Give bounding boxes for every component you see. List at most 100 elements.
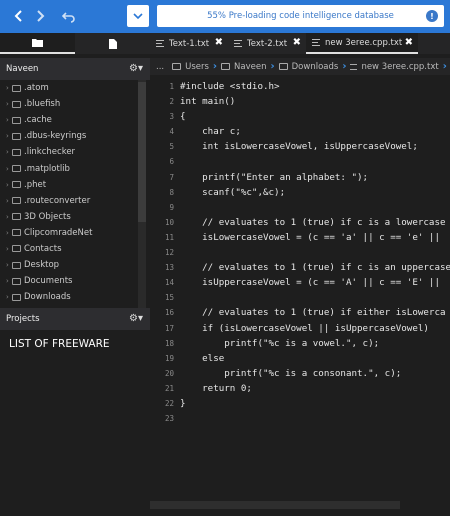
line-number: 21 (164, 383, 174, 393)
code-line[interactable]: int isLowercaseVowel, isUppercaseVowel; (180, 139, 450, 154)
gear-icon[interactable]: ⚙▾ (129, 63, 143, 74)
code-line[interactable]: printf("%c is a consonant.", c); (180, 366, 450, 381)
project-item[interactable]: LIST OF FREEWARE (9, 338, 110, 350)
tab-label: Text-1.txt (169, 38, 210, 49)
code-line[interactable]: char c; (180, 124, 450, 139)
forward-icon[interactable] (30, 6, 50, 26)
folder-icon (12, 245, 21, 253)
document-panel-toggle[interactable] (75, 33, 150, 54)
sidebar-scrollbar-thumb[interactable] (138, 82, 146, 222)
breadcrumb-ellipsis[interactable]: ... (150, 62, 168, 72)
places-header[interactable]: Naveen ⚙▾ (0, 58, 150, 80)
tab-text-2[interactable]: Text-2.txt ✖ (228, 33, 306, 54)
list-item[interactable]: › .bluefish (0, 96, 150, 112)
warning-icon[interactable]: ! (426, 10, 438, 22)
code-line[interactable]: printf("%c is a vowel.", c); (180, 336, 450, 351)
code-line[interactable]: { (180, 109, 450, 124)
file-name: .phet (24, 179, 47, 190)
document-icon (108, 38, 117, 49)
close-icon[interactable]: ✖ (405, 37, 413, 48)
line-number: 1 (169, 82, 174, 91)
folder-panel-toggle[interactable] (0, 33, 75, 54)
file-name: .routeconverter (24, 195, 91, 206)
line-number: 6 (169, 157, 174, 167)
code-editor[interactable]: 1 2 3 4 5 6 7 8 9 10 11 12 13 14 15 16 17 18 19 20 21 22 23 #i… (150, 75, 450, 516)
file-tree: › .atom › .bluefish › .cache › .dbus-keyring… (0, 80, 150, 312)
code-line[interactable] (180, 290, 450, 305)
horizontal-scrollbar[interactable] (150, 501, 400, 509)
status-notification[interactable]: 55% Pre-loading code intelligence databa… (157, 5, 444, 27)
close-icon[interactable]: ✖ (215, 37, 223, 48)
list-item[interactable]: › .dbus-keyrings (0, 128, 150, 144)
file-name: .linkchecker (24, 147, 76, 158)
folder-icon (12, 165, 21, 173)
folder-icon (12, 148, 21, 156)
code-line[interactable] (180, 200, 450, 215)
list-item[interactable]: › Downloads (0, 289, 150, 305)
code-line[interactable] (180, 245, 450, 260)
list-item[interactable]: › Contacts (0, 241, 150, 257)
file-name: .cache (24, 115, 52, 126)
list-item[interactable]: › .routeconverter (0, 193, 150, 209)
folder-icon (12, 277, 21, 285)
line-number: 17 (164, 323, 174, 333)
list-item[interactable]: › .linkchecker (0, 144, 150, 160)
breadcrumb-item-file[interactable]: new 3eree.cpp.txt (346, 62, 442, 72)
document-lines-icon (156, 40, 164, 47)
list-item[interactable]: › Desktop (0, 257, 150, 273)
list-item[interactable]: › .atom (0, 80, 150, 96)
list-item[interactable]: › Documents (0, 273, 150, 289)
folder-icon (12, 229, 21, 237)
back-icon[interactable] (9, 6, 29, 26)
gear-icon[interactable]: ⚙▾ (129, 313, 143, 324)
menu-dropdown-button[interactable] (127, 5, 149, 27)
list-item[interactable]: › .phet (0, 177, 150, 193)
code-line[interactable]: isLowercaseVowel = (c == 'a' || c == 'e'… (180, 230, 450, 245)
file-name: 3D Objects (24, 211, 71, 222)
breadcrumb-label: Naveen (234, 61, 267, 72)
folder-icon (12, 84, 21, 92)
code-line[interactable] (180, 411, 450, 426)
breadcrumb-label: Users (185, 61, 209, 72)
document-lines-icon (234, 40, 242, 47)
folder-icon (12, 116, 21, 124)
list-item[interactable]: › ClipcomradeNet (0, 225, 150, 241)
code-line[interactable]: isUppercaseVowel = (c == 'A' || c == 'E'… (180, 275, 450, 290)
code-line[interactable]: printf("Enter an alphabet: "); (180, 170, 450, 185)
code-line[interactable]: // evaluates to 1 (true) if c is an uppe… (180, 260, 450, 275)
breadcrumb-item-users[interactable]: Users (168, 62, 213, 72)
code-line[interactable]: scanf("%c",&c); (180, 185, 450, 200)
code-line[interactable]: // evaluates to 1 (true) if either isLow… (180, 305, 450, 320)
code-line[interactable]: } (180, 396, 450, 411)
folder-icon (12, 132, 21, 140)
folder-icon (278, 63, 288, 70)
code-line[interactable]: return 0; (180, 381, 450, 396)
undo-icon[interactable] (59, 6, 79, 26)
close-icon[interactable]: ✖ (293, 37, 301, 48)
tab-label: Text-2.txt (247, 38, 288, 49)
code-line[interactable]: if (isLowercaseVowel || isUppercaseVowel… (180, 321, 450, 336)
file-name: .atom (24, 83, 49, 94)
tab-new-3eree[interactable]: new 3eree.cpp.txt ✖ (306, 33, 418, 54)
tab-label: new 3eree.cpp.txt (325, 37, 403, 48)
tab-text-1[interactable]: Text-1.txt ✖ (150, 33, 228, 54)
line-number: 11 (164, 232, 174, 242)
code-line[interactable]: // evaluates to 1 (true) if c is a lower… (180, 215, 450, 230)
line-number: 20 (164, 368, 174, 378)
code-line[interactable]: int main() (180, 94, 450, 109)
code-line[interactable]: else (180, 351, 450, 366)
list-item[interactable]: › 3D Objects (0, 209, 150, 225)
folder-icon (221, 63, 231, 70)
list-item[interactable]: › .matplotlib (0, 160, 150, 176)
line-number: 15 (164, 293, 174, 303)
code-line[interactable] (180, 154, 450, 169)
chevron-down-icon (133, 13, 143, 20)
line-number: 8 (169, 187, 174, 197)
code-line[interactable]: #include <stdio.h> (180, 79, 450, 94)
breadcrumb-item-naveen[interactable]: Naveen (217, 62, 270, 72)
projects-header[interactable]: Projects ⚙▾ (0, 308, 150, 330)
breadcrumb-item-downloads[interactable]: Downloads (275, 62, 343, 72)
code-content[interactable]: #include <stdio.h> int main(){ char c; in… (180, 79, 450, 426)
line-number: 13 (164, 263, 174, 273)
list-item[interactable]: › .cache (0, 112, 150, 128)
